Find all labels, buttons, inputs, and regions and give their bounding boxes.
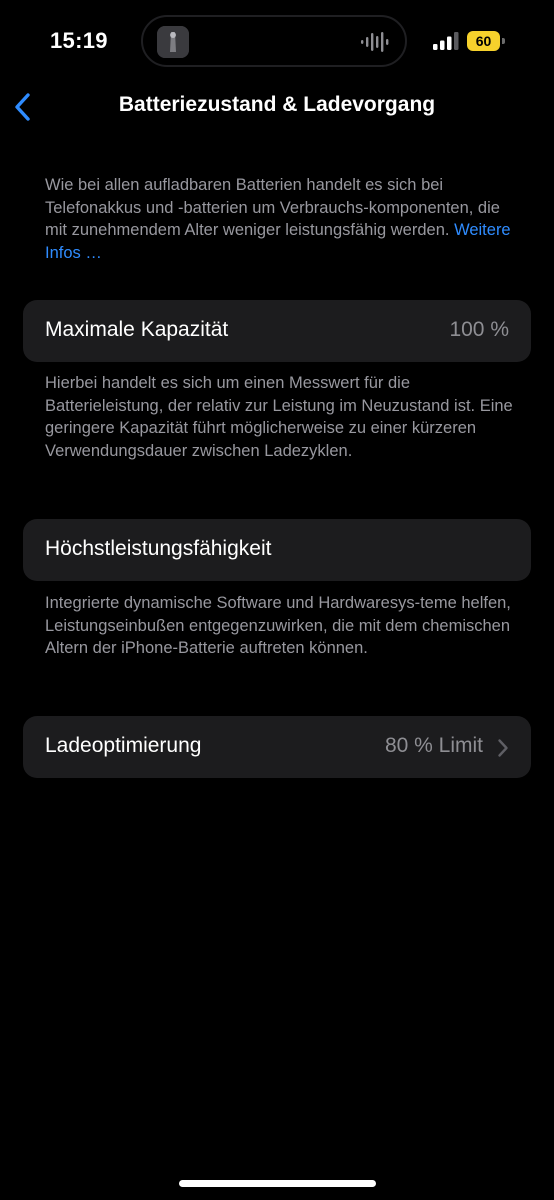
home-indicator[interactable]	[179, 1180, 376, 1187]
chevron-right-icon	[498, 739, 508, 757]
audio-waveform-icon	[361, 32, 389, 52]
status-time: 15:19	[50, 28, 108, 53]
battery-icon: 60	[467, 31, 505, 51]
max-capacity-cell: Maximale Kapazität 100 %	[23, 300, 531, 362]
max-capacity-value: 100 %	[449, 318, 509, 341]
navigation-bar: Batteriezustand & Ladevorgang	[0, 84, 554, 130]
charging-optimization-cell[interactable]: Ladeoptimierung 80 % Limit	[23, 716, 531, 778]
intro-text: Wie bei allen aufladbaren Batterien hand…	[45, 176, 500, 239]
peak-performance-footnote: Integrierte dynamische Software und Hard…	[45, 594, 511, 657]
charging-optimization-label: Ladeoptimierung	[45, 734, 202, 757]
page-title: Batteriezustand & Ladevorgang	[118, 93, 436, 116]
max-capacity-footnote: Hierbei handelt es sich um einen Messwer…	[45, 374, 513, 460]
now-playing-artwork-icon	[157, 26, 189, 58]
max-capacity-label: Maximale Kapazität	[45, 318, 229, 341]
peak-performance-cell: Höchstleistungsfähigkeit	[23, 519, 531, 581]
dynamic-island[interactable]	[141, 15, 407, 67]
intro-description: Wie bei allen aufladbaren Batterien hand…	[45, 174, 515, 264]
battery-level: 60	[467, 31, 500, 51]
status-bar: 15:19 60	[0, 0, 554, 84]
cellular-signal-icon	[433, 32, 459, 50]
charging-optimization-value: 80 % Limit	[384, 734, 483, 757]
peak-performance-label: Höchstleistungsfähigkeit	[45, 537, 272, 560]
battery-cap	[502, 38, 505, 44]
